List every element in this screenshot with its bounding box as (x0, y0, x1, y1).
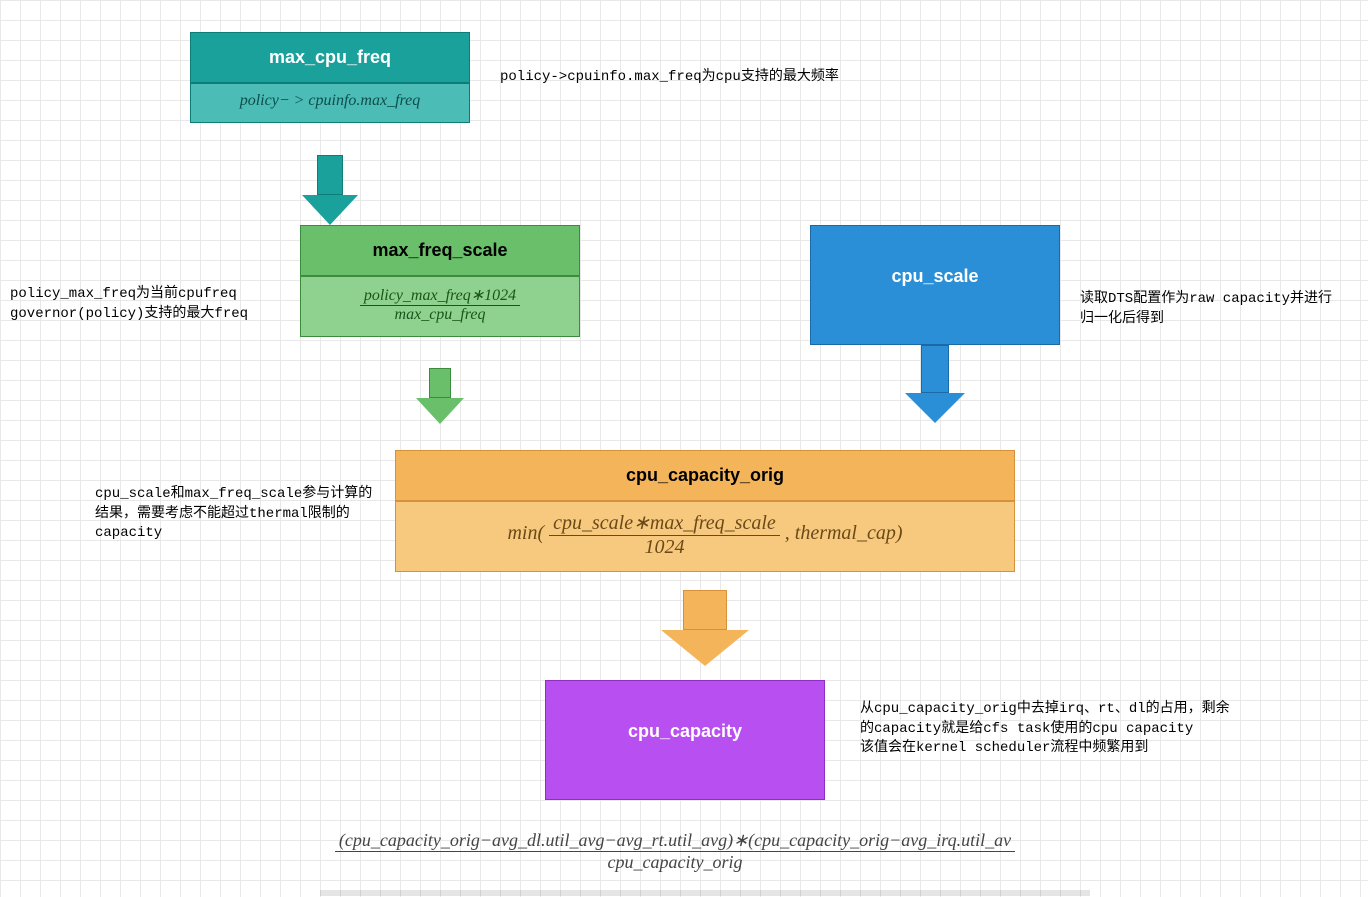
node-max-freq-scale[interactable]: max_freq_scale policy_max_freq∗1024 max_… (300, 225, 580, 337)
node-title: max_freq_scale (301, 226, 579, 277)
bottom-shadow (320, 890, 1090, 896)
node-title: cpu_capacity (546, 681, 824, 782)
node-formula: policy_max_freq∗1024 max_cpu_freq (301, 277, 579, 336)
node-cpu-scale[interactable]: cpu_scale (810, 225, 1060, 345)
node-max-cpu-freq[interactable]: max_cpu_freq policy− > cpuinfo.max_freq (190, 32, 470, 123)
node-formula: min( cpu_scale∗max_freq_scale 1024 , the… (396, 502, 1014, 571)
node-title: cpu_capacity_orig (396, 451, 1014, 502)
annotation-cpu-capacity-orig: cpu_scale和max_freq_scale参与计算的结果，需要考虑不能超过… (95, 485, 385, 544)
annotation-max-cpu-freq: policy->cpuinfo.max_freq为cpu支持的最大频率 (500, 68, 920, 88)
node-cpu-capacity-orig[interactable]: cpu_capacity_orig min( cpu_scale∗max_fre… (395, 450, 1015, 572)
bottom-formula: (cpu_capacity_orig−avg_dl.util_avg−avg_r… (260, 830, 1090, 873)
annotation-cpu-scale: 读取DTS配置作为raw capacity并进行归一化后得到 (1080, 290, 1340, 329)
node-title: max_cpu_freq (191, 33, 469, 84)
annotation-cpu-capacity: 从cpu_capacity_orig中去掉irq、rt、dl的占用，剩余的cap… (860, 700, 1240, 759)
node-title: cpu_scale (811, 226, 1059, 327)
annotation-max-freq-scale: policy_max_freq为当前cpufreq governor(polic… (10, 285, 300, 324)
node-cpu-capacity[interactable]: cpu_capacity (545, 680, 825, 800)
node-formula: policy− > cpuinfo.max_freq (191, 84, 469, 122)
